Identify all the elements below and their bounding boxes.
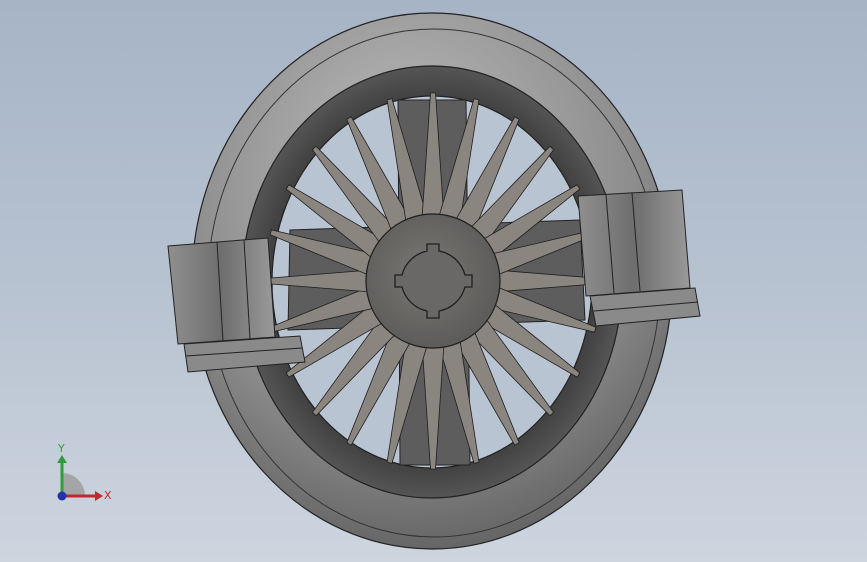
orientation-triad[interactable]: X Y — [40, 438, 130, 518]
triad-y-arrow-icon — [57, 455, 67, 463]
right-mounting-block[interactable] — [577, 189, 701, 327]
graphics-viewport[interactable]: X Y — [0, 0, 867, 562]
triad-xy-plane — [62, 473, 85, 496]
triad-x-label: X — [104, 489, 112, 502]
triad-y-label: Y — [57, 442, 65, 455]
triad-x-arrow-icon — [95, 491, 103, 501]
impeller-model[interactable] — [0, 0, 867, 562]
triad-z-axis — [57, 491, 67, 501]
